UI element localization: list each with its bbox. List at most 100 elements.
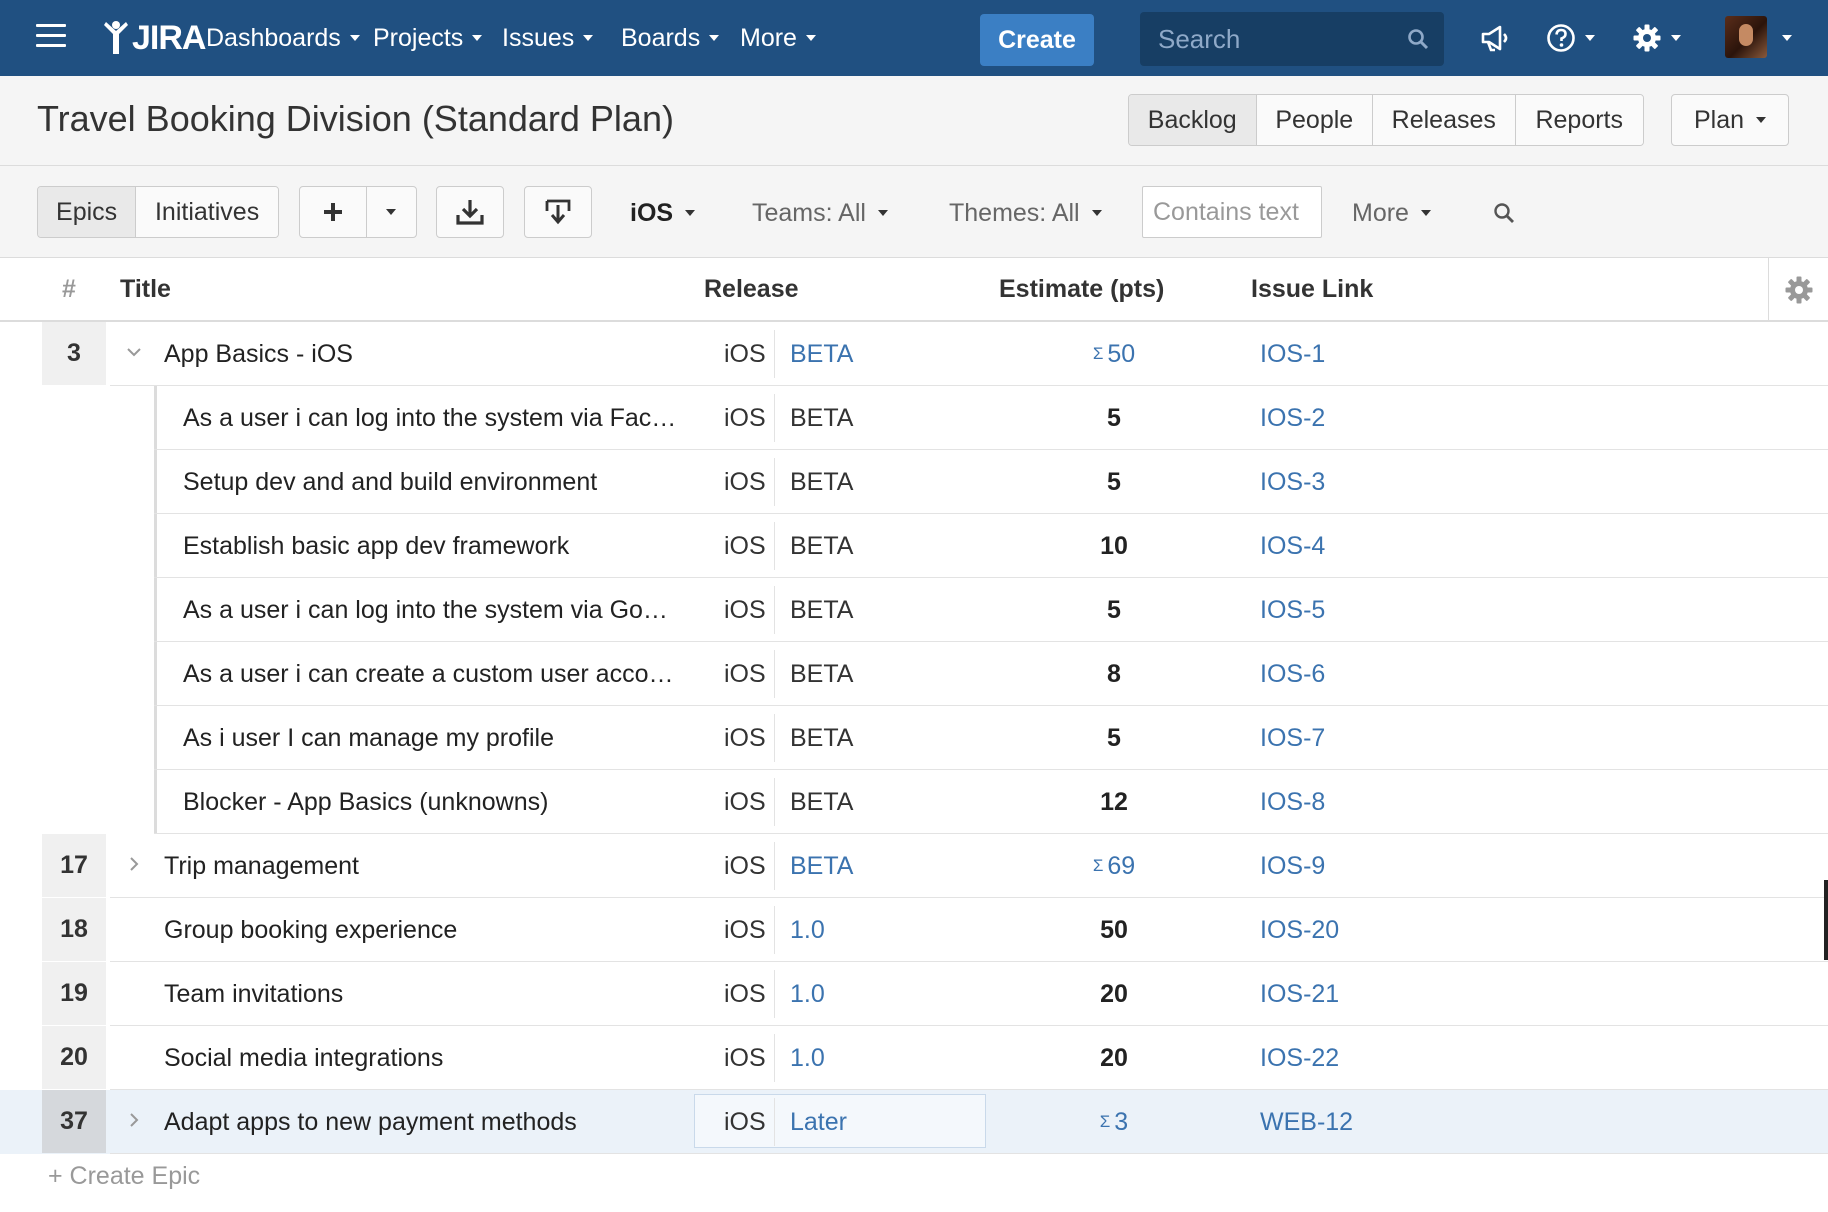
estimate-value[interactable]: 5 <box>1044 578 1184 642</box>
issue-title[interactable]: Adapt apps to new payment methods <box>164 1090 577 1154</box>
estimate-value[interactable]: 8 <box>1044 642 1184 706</box>
story-row[interactable]: As a user i can log into the system via … <box>0 578 1828 642</box>
release-value[interactable]: BETA <box>790 578 853 642</box>
estimate-sum[interactable]: Σ 69 <box>1044 834 1184 898</box>
release-value[interactable]: 1.0 <box>790 1026 825 1090</box>
epic-row[interactable]: 18 Group booking experience iOS 1.0 50 IOS-20 <box>0 898 1828 962</box>
column-release[interactable]: Release <box>704 275 799 304</box>
issue-title[interactable]: Group booking experience <box>164 898 457 962</box>
text-filter-input[interactable]: Contains text <box>1142 186 1322 238</box>
story-row[interactable]: Blocker - App Basics (unknowns) iOS BETA 12… <box>0 770 1828 834</box>
release-value[interactable]: BETA <box>790 386 853 450</box>
issue-link[interactable]: IOS-7 <box>1260 706 1325 770</box>
issue-link[interactable]: IOS-8 <box>1260 770 1325 834</box>
hierarchy-initiatives[interactable]: Initiatives <box>136 187 278 237</box>
estimate-sum[interactable]: Σ 50 <box>1044 322 1184 386</box>
epic-row[interactable]: 37 Adapt apps to new payment methods iOS La… <box>0 1090 1828 1154</box>
release-value[interactable]: BETA <box>790 770 853 834</box>
filter-search-button[interactable] <box>1492 196 1516 230</box>
help-icon[interactable] <box>1546 18 1595 58</box>
menu-icon[interactable] <box>36 24 66 48</box>
tab-people[interactable]: People <box>1256 95 1374 145</box>
issue-title[interactable]: Trip management <box>164 834 359 898</box>
chevron-right-icon[interactable] <box>124 854 144 874</box>
epic-row[interactable]: 17 Trip management iOS BETA Σ 69 IOS-9 <box>0 834 1828 898</box>
issue-link[interactable]: IOS-6 <box>1260 642 1325 706</box>
hierarchy-epics[interactable]: Epics <box>38 187 137 237</box>
themes-filter[interactable]: Themes: All <box>949 196 1102 230</box>
issue-title[interactable]: Social media integrations <box>164 1026 443 1090</box>
tab-reports[interactable]: Reports <box>1515 95 1643 145</box>
epic-row[interactable]: 20 Social media integrations iOS 1.0 20 IOS-2… <box>0 1026 1828 1090</box>
issue-link[interactable]: IOS-3 <box>1260 450 1325 514</box>
chevron-right-icon[interactable] <box>124 1110 144 1130</box>
create-button[interactable]: Create <box>980 14 1094 66</box>
story-row[interactable]: As a user i can log into the system via … <box>0 386 1828 450</box>
issue-link[interactable]: IOS-2 <box>1260 386 1325 450</box>
create-epic-link[interactable]: + Create Epic <box>48 1162 200 1191</box>
issue-link[interactable]: WEB-12 <box>1260 1090 1353 1154</box>
avatar-menu[interactable] <box>1773 18 1792 58</box>
more-filters[interactable]: More <box>1352 196 1431 230</box>
release-value[interactable]: 1.0 <box>790 962 825 1026</box>
nav-issues[interactable]: Issues <box>502 20 594 56</box>
user-avatar[interactable] <box>1725 16 1767 58</box>
settings-icon[interactable] <box>1632 18 1681 58</box>
release-value[interactable]: 1.0 <box>790 898 825 962</box>
add-issue-dropdown[interactable] <box>367 187 416 237</box>
issue-link[interactable]: IOS-5 <box>1260 578 1325 642</box>
epic-row[interactable]: 3 App Basics - iOS iOS BETA Σ 50 IOS-1 <box>0 322 1828 386</box>
announcement-icon[interactable] <box>1480 18 1512 58</box>
issue-title[interactable]: As a user i can create a custom user acc… <box>183 642 674 706</box>
issue-title[interactable]: As i user I can manage my profile <box>183 706 554 770</box>
estimate-value[interactable]: 5 <box>1044 386 1184 450</box>
nav-dashboards[interactable]: Dashboards <box>206 20 360 56</box>
issue-title[interactable]: Establish basic app dev framework <box>183 514 569 578</box>
story-row[interactable]: As a user i can create a custom user acc… <box>0 642 1828 706</box>
release-value[interactable]: BETA <box>790 706 853 770</box>
download-button[interactable] <box>436 186 504 238</box>
story-row[interactable]: Setup dev and and build environment iOS BE… <box>0 450 1828 514</box>
issue-title[interactable]: Setup dev and and build environment <box>183 450 597 514</box>
issue-link[interactable]: IOS-1 <box>1260 322 1325 386</box>
column-settings-button[interactable] <box>1768 258 1828 322</box>
chevron-down-icon[interactable] <box>124 342 144 362</box>
estimate-value[interactable]: 20 <box>1044 1026 1184 1090</box>
column-estimate[interactable]: Estimate (pts) <box>999 275 1164 304</box>
tab-releases[interactable]: Releases <box>1373 95 1516 145</box>
release-value[interactable]: BETA <box>790 642 853 706</box>
estimate-sum[interactable]: Σ3 <box>1044 1090 1184 1154</box>
issue-link[interactable]: IOS-20 <box>1260 898 1339 962</box>
estimate-value[interactable]: 10 <box>1044 514 1184 578</box>
project-filter[interactable]: iOS <box>630 196 696 230</box>
issue-title[interactable]: As a user i can log into the system via … <box>183 578 668 642</box>
commit-changes-button[interactable] <box>524 186 592 238</box>
release-value[interactable]: BETA <box>790 322 853 386</box>
scrollbar-edge[interactable] <box>1824 880 1828 960</box>
column-issue-link[interactable]: Issue Link <box>1251 275 1373 304</box>
release-value[interactable]: BETA <box>790 450 853 514</box>
tab-backlog[interactable]: Backlog <box>1129 95 1257 145</box>
issue-title[interactable]: Team invitations <box>164 962 343 1026</box>
jira-logo[interactable]: JIRA <box>102 16 206 60</box>
release-value[interactable]: BETA <box>790 514 853 578</box>
estimate-value[interactable]: 50 <box>1044 898 1184 962</box>
story-row[interactable]: Establish basic app dev framework iOS BETA… <box>0 514 1828 578</box>
plan-menu-button[interactable]: Plan <box>1671 94 1789 146</box>
issue-link[interactable]: IOS-22 <box>1260 1026 1339 1090</box>
column-title[interactable]: Title <box>120 275 171 304</box>
teams-filter[interactable]: Teams: All <box>752 196 888 230</box>
estimate-value[interactable]: 5 <box>1044 706 1184 770</box>
estimate-value[interactable]: 20 <box>1044 962 1184 1026</box>
story-row[interactable]: As i user I can manage my profile iOS BETA… <box>0 706 1828 770</box>
issue-title[interactable]: App Basics - iOS <box>164 322 353 386</box>
estimate-value[interactable]: 5 <box>1044 450 1184 514</box>
epic-row[interactable]: 19 Team invitations iOS 1.0 20 IOS-21 <box>0 962 1828 1026</box>
nav-boards[interactable]: Boards <box>621 20 720 56</box>
add-issue-button[interactable] <box>300 187 367 237</box>
search-input[interactable]: Search <box>1140 12 1444 66</box>
release-value[interactable]: Later <box>790 1090 847 1154</box>
issue-link[interactable]: IOS-4 <box>1260 514 1325 578</box>
issue-title[interactable]: Blocker - App Basics (unknowns) <box>183 770 548 834</box>
nav-more[interactable]: More <box>740 20 816 56</box>
